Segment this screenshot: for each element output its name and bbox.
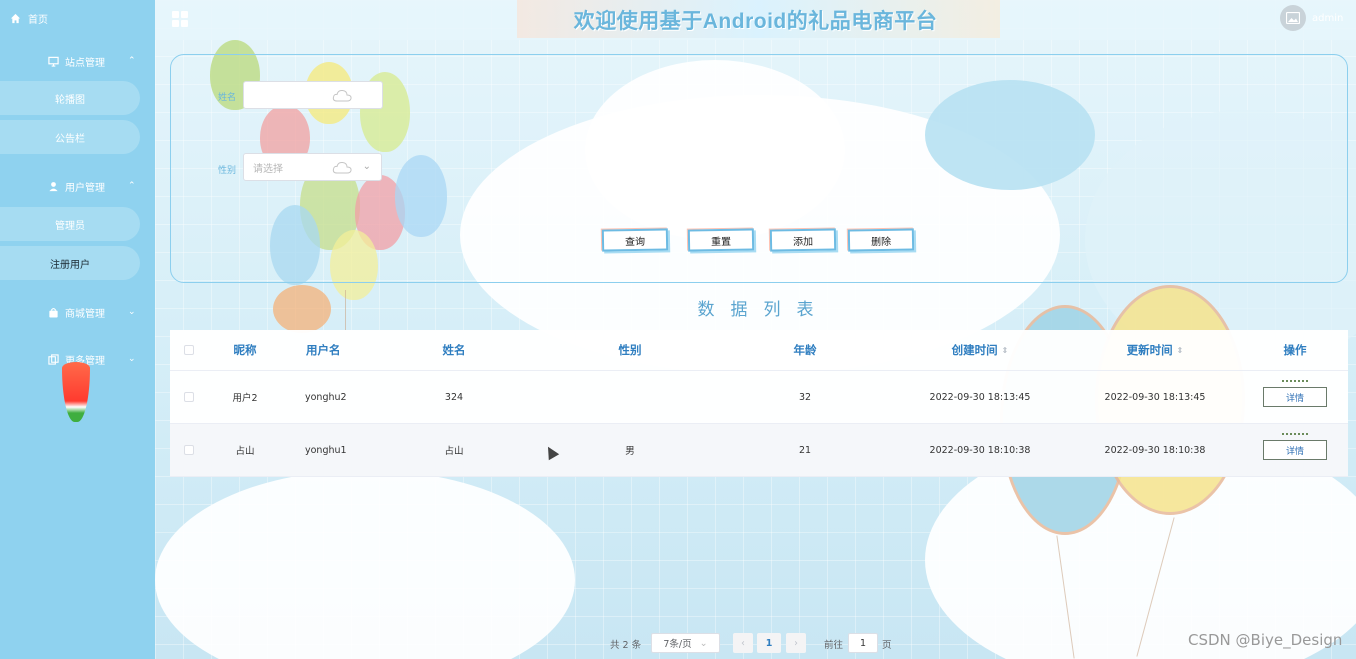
name-cell: 324 (444, 391, 464, 403)
sidebar-group-users[interactable]: 用户管理 ⌃ (0, 176, 155, 196)
sidebar-group-label: 站点管理 (65, 57, 105, 69)
updated-cell: 2022-09-30 18:13:45 (1104, 391, 1206, 403)
age-cell: 21 (798, 444, 812, 456)
delete-button[interactable]: 删除 (847, 228, 915, 252)
created-cell: 2022-09-30 18:13:45 (929, 391, 1031, 403)
detail-button[interactable]: 详情 (1263, 433, 1327, 460)
name-label: 姓名 (218, 93, 237, 103)
cloud-icon (332, 89, 352, 102)
page-size-value: 7条/页 (663, 639, 692, 650)
image-icon (1286, 12, 1300, 24)
sidebar-group-label: 用户管理 (65, 182, 105, 194)
select-all-cell (170, 330, 208, 370)
column-header: 操作 (1283, 343, 1307, 357)
watermelon-decoration (62, 362, 90, 422)
name-cell: 占山 (444, 446, 464, 457)
sidebar-item-home[interactable]: 首页 (10, 10, 48, 26)
chevron-down-icon: ⌄ (699, 637, 708, 649)
chevron-up-icon: ⌃ (128, 181, 136, 191)
add-button[interactable]: 添加 (769, 228, 837, 252)
sidebar-item-notice[interactable]: 公告栏 (0, 120, 140, 154)
row-checkbox[interactable] (184, 392, 194, 402)
age-cell: 32 (798, 391, 812, 403)
column-header-label: 创建时间 (951, 343, 998, 357)
gender-placeholder: 请选择 (253, 163, 283, 175)
chevron-left-icon: ‹ (741, 637, 745, 649)
goto-label: 前往 (824, 639, 844, 651)
table-row[interactable]: 占山 yonghu1 占山 男 21 2022-09-30 18:10:38 2… (170, 424, 1348, 477)
username-cell: yonghu2 (305, 391, 347, 403)
created-cell: 2022-09-30 18:10:38 (929, 444, 1031, 456)
chevron-down-icon: ⌄ (128, 307, 136, 317)
cloud-shape (155, 470, 575, 659)
page-size-select[interactable]: 7条/页 ⌄ (651, 633, 720, 653)
column-header: 年龄 (793, 343, 817, 357)
nickname-cell: 占山 (235, 446, 255, 457)
gender-label: 性别 (218, 166, 237, 176)
detail-button[interactable]: 详情 (1263, 380, 1327, 407)
sidebar-group-shop[interactable]: 商城管理 ⌄ (0, 302, 155, 322)
table-header-row: 昵称 用户名 姓名 性别 年龄 创建时间 ⇕ 更新时间 ⇕ 操作 (170, 330, 1348, 371)
bag-icon (49, 307, 58, 318)
chevron-down-icon: ⌄ (362, 161, 371, 172)
column-header-created[interactable]: 创建时间 ⇕ (905, 330, 1055, 370)
sidebar: 首页 站点管理 ⌃ 轮播图 公告栏 用户管理 ⌃ 管理员 注册用户 商城管理 ⌄… (0, 0, 155, 659)
sort-icon[interactable]: ⇕ (1002, 346, 1009, 355)
column-header-label: 更新时间 (1126, 343, 1173, 357)
monitor-icon (48, 56, 59, 67)
sidebar-item-carousel[interactable]: 轮播图 (0, 81, 140, 115)
reset-button[interactable]: 重置 (687, 228, 755, 252)
page-number-current[interactable]: 1 (757, 633, 781, 653)
gender-select[interactable]: 请选择 ⌄ (243, 153, 382, 181)
updated-cell: 2022-09-30 18:10:38 (1104, 444, 1206, 456)
action-cell: 详情 (1255, 371, 1335, 423)
sidebar-item-admins[interactable]: 管理员 (0, 207, 140, 241)
username-cell: yonghu1 (305, 444, 347, 456)
sidebar-group-site[interactable]: 站点管理 ⌃ (0, 51, 155, 71)
row-checkbox[interactable] (184, 445, 194, 455)
column-header: 性别 (618, 343, 642, 357)
nickname-cell: 用户2 (232, 393, 258, 404)
column-header: 姓名 (442, 343, 466, 357)
next-page-button[interactable]: › (786, 633, 806, 653)
copy-icon (48, 353, 59, 365)
data-table: 昵称 用户名 姓名 性别 年龄 创建时间 ⇕ 更新时间 ⇕ 操作 用户2 yongh… (170, 330, 1348, 477)
select-all-checkbox[interactable] (184, 345, 194, 355)
pagination-total: 共 2 条 (610, 639, 642, 651)
query-button[interactable]: 查询 (601, 228, 669, 252)
column-header: 昵称 (233, 343, 257, 357)
gender-cell (590, 371, 670, 423)
chevron-right-icon: › (794, 637, 798, 649)
goto-page-input[interactable]: 1 (848, 633, 878, 653)
sidebar-item-registered-users[interactable]: 注册用户 (0, 246, 140, 280)
sort-icon[interactable]: ⇕ (1177, 346, 1184, 355)
sidebar-group-label: 商城管理 (65, 308, 105, 320)
name-input[interactable] (243, 81, 383, 109)
column-header-updated[interactable]: 更新时间 ⇕ (1080, 330, 1230, 370)
home-icon (10, 13, 21, 23)
list-title: 数据列表 (697, 300, 830, 320)
row-select-cell (170, 371, 208, 423)
page-title: 欢迎使用基于Android的礼品电商平台 (573, 10, 938, 33)
chevron-up-icon: ⌃ (128, 56, 136, 66)
avatar[interactable] (1280, 5, 1306, 31)
action-cell: 详情 (1255, 424, 1335, 476)
user-name[interactable]: admin (1312, 13, 1343, 24)
chevron-down-icon: ⌄ (128, 354, 136, 364)
gender-cell: 男 (625, 446, 635, 457)
prev-page-button[interactable]: ‹ (733, 633, 753, 653)
row-select-cell (170, 424, 208, 476)
watermark-text: CSDN @Biye_Design (1188, 631, 1343, 649)
table-row[interactable]: 用户2 yonghu2 324 32 2022-09-30 18:13:45 2… (170, 371, 1348, 424)
cloud-icon (332, 161, 352, 174)
column-header: 用户名 (306, 343, 341, 357)
page-unit-label: 页 (882, 639, 892, 651)
user-icon (49, 181, 58, 191)
sidebar-item-label: 首页 (28, 14, 48, 26)
